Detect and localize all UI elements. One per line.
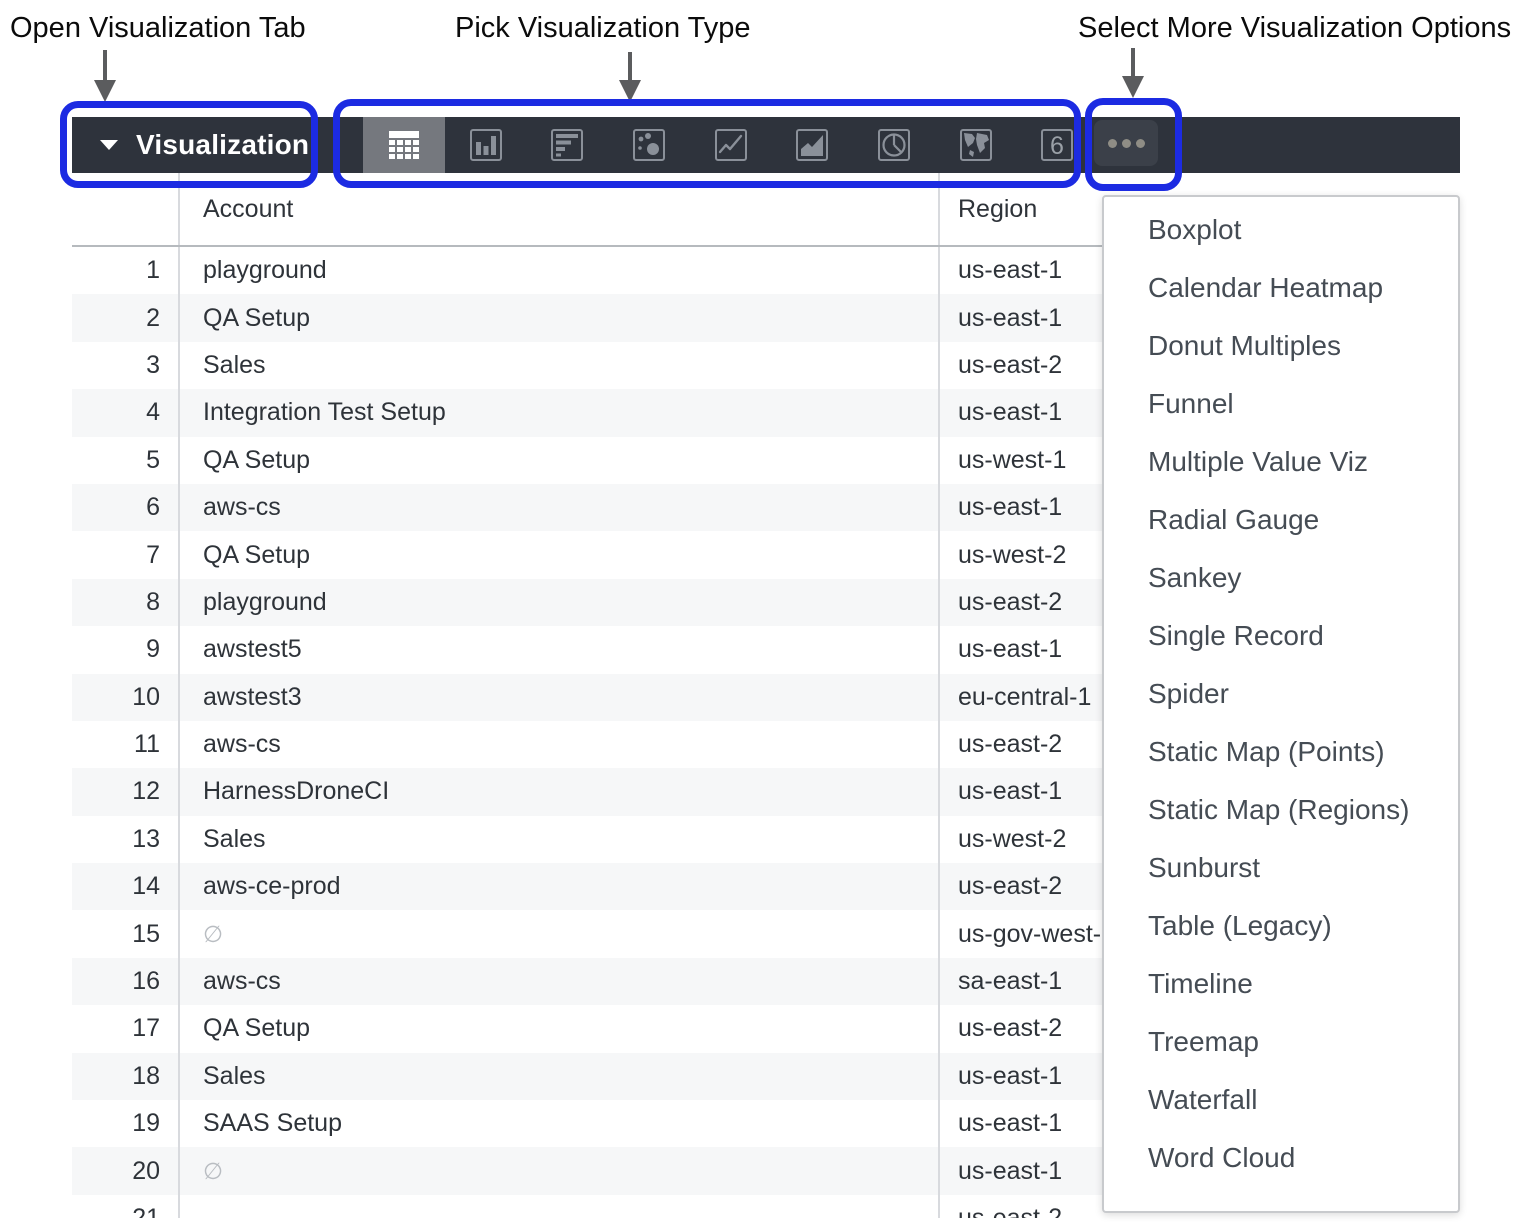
account-cell[interactable]: playground (180, 247, 940, 294)
viz-options-menu: BoxplotCalendar HeatmapDonut MultiplesFu… (1102, 195, 1460, 1213)
account-cell[interactable]: Integration Test Setup (180, 389, 940, 436)
account-cell[interactable]: awstest3 (180, 674, 940, 721)
row-number: 5 (72, 437, 180, 484)
account-cell[interactable]: QA Setup (180, 437, 940, 484)
account-cell[interactable]: SAAS Setup (180, 1100, 940, 1147)
row-number: 17 (72, 1005, 180, 1052)
menu-item-treemap[interactable]: Treemap (1104, 1013, 1458, 1071)
menu-item-static-map-points[interactable]: Static Map (Points) (1104, 723, 1458, 781)
row-number: 7 (72, 531, 180, 578)
viz-type-line-chart-button[interactable] (690, 117, 772, 173)
single-value-icon-digit: 6 (1050, 132, 1064, 160)
account-cell[interactable]: Sales (180, 1053, 940, 1100)
row-number: 3 (72, 342, 180, 389)
viz-type-map-button[interactable] (935, 117, 1017, 173)
row-number: 9 (72, 626, 180, 673)
visualization-toolbar: Visualization (72, 117, 1460, 173)
row-number: 15 (72, 910, 180, 957)
menu-item-calendar-heatmap[interactable]: Calendar Heatmap (1104, 259, 1458, 317)
tab-visualization[interactable]: Visualization (72, 117, 312, 173)
account-cell[interactable]: Sales (180, 342, 940, 389)
more-visualization-options-button[interactable] (1094, 120, 1158, 166)
line-chart-icon (713, 127, 749, 163)
row-number: 18 (72, 1053, 180, 1100)
chevron-down-icon (100, 140, 118, 150)
menu-item-word-cloud[interactable]: Word Cloud (1104, 1129, 1458, 1187)
account-cell[interactable]: Sales (180, 816, 940, 863)
account-cell[interactable]: aws-cs (180, 484, 940, 531)
viz-type-picker: 6 (363, 117, 1098, 173)
row-number: 19 (72, 1100, 180, 1147)
account-cell[interactable]: awstest5 (180, 626, 940, 673)
row-number: 6 (72, 484, 180, 531)
account-cell[interactable]: QA Setup (180, 1005, 940, 1052)
row-number: 21 (72, 1195, 180, 1218)
ellipsis-icon (1108, 139, 1117, 148)
viz-type-pie-chart-button[interactable] (853, 117, 935, 173)
menu-item-sunburst[interactable]: Sunburst (1104, 839, 1458, 897)
screenshot-canvas: Open Visualization Tab Pick Visualizatio… (0, 0, 1528, 1232)
row-number: 2 (72, 294, 180, 341)
account-cell[interactable]: ∅ (180, 1147, 940, 1194)
menu-item-donut-multiples[interactable]: Donut Multiples (1104, 317, 1458, 375)
menu-item-table-legacy[interactable]: Table (Legacy) (1104, 897, 1458, 955)
menu-item-single-record[interactable]: Single Record (1104, 607, 1458, 665)
menu-item-waterfall[interactable]: Waterfall (1104, 1071, 1458, 1129)
tab-visualization-label: Visualization (136, 129, 309, 161)
row-number: 13 (72, 816, 180, 863)
pie-chart-icon (876, 127, 912, 163)
account-cell[interactable]: QA Setup (180, 294, 940, 341)
menu-item-boxplot[interactable]: Boxplot (1104, 201, 1458, 259)
menu-item-timeline[interactable]: Timeline (1104, 955, 1458, 1013)
account-cell[interactable]: HarnessDroneCI (180, 768, 940, 815)
ellipsis-icon (1122, 139, 1131, 148)
annotation-pick-visualization-type: Pick Visualization Type (455, 12, 751, 45)
row-number: 20 (72, 1147, 180, 1194)
menu-item-radial-gauge[interactable]: Radial Gauge (1104, 491, 1458, 549)
row-number: 1 (72, 247, 180, 294)
account-cell[interactable]: aws-ce-prod (180, 863, 940, 910)
row-number: 11 (72, 721, 180, 768)
column-chart-icon (468, 127, 504, 163)
account-cell[interactable]: QA Setup (180, 531, 940, 578)
menu-item-sankey[interactable]: Sankey (1104, 549, 1458, 607)
row-number: 8 (72, 579, 180, 626)
account-cell[interactable] (180, 1195, 940, 1218)
menu-item-multiple-value-viz[interactable]: Multiple Value Viz (1104, 433, 1458, 491)
column-header-account[interactable]: Account (180, 173, 940, 245)
annotation-select-more-options: Select More Visualization Options (1078, 12, 1511, 45)
viz-type-scatter-chart-button[interactable] (608, 117, 690, 173)
viz-type-area-chart-button[interactable] (771, 117, 853, 173)
row-number: 10 (72, 674, 180, 721)
annotation-open-visualization-tab: Open Visualization Tab (10, 12, 306, 45)
table-icon (386, 127, 422, 163)
single-value-icon: 6 (1039, 127, 1075, 163)
menu-item-funnel[interactable]: Funnel (1104, 375, 1458, 433)
viz-type-single-value-button[interactable]: 6 (1017, 117, 1099, 173)
bar-chart-icon (549, 127, 585, 163)
account-cell[interactable]: aws-cs (180, 958, 940, 1005)
area-chart-icon (794, 127, 830, 163)
row-number: 12 (72, 768, 180, 815)
viz-type-bar-chart-button[interactable] (526, 117, 608, 173)
world-map-icon (958, 127, 994, 163)
viz-type-table-button[interactable] (363, 117, 445, 173)
scatter-chart-icon (631, 127, 667, 163)
viz-type-column-chart-button[interactable] (445, 117, 527, 173)
ellipsis-icon (1136, 139, 1145, 148)
account-cell[interactable]: aws-cs (180, 721, 940, 768)
menu-item-spider[interactable]: Spider (1104, 665, 1458, 723)
account-cell[interactable]: playground (180, 579, 940, 626)
row-number: 4 (72, 389, 180, 436)
row-number-header (72, 173, 180, 245)
account-cell[interactable]: ∅ (180, 910, 940, 957)
row-number: 14 (72, 863, 180, 910)
menu-item-static-map-regions[interactable]: Static Map (Regions) (1104, 781, 1458, 839)
row-number: 16 (72, 958, 180, 1005)
